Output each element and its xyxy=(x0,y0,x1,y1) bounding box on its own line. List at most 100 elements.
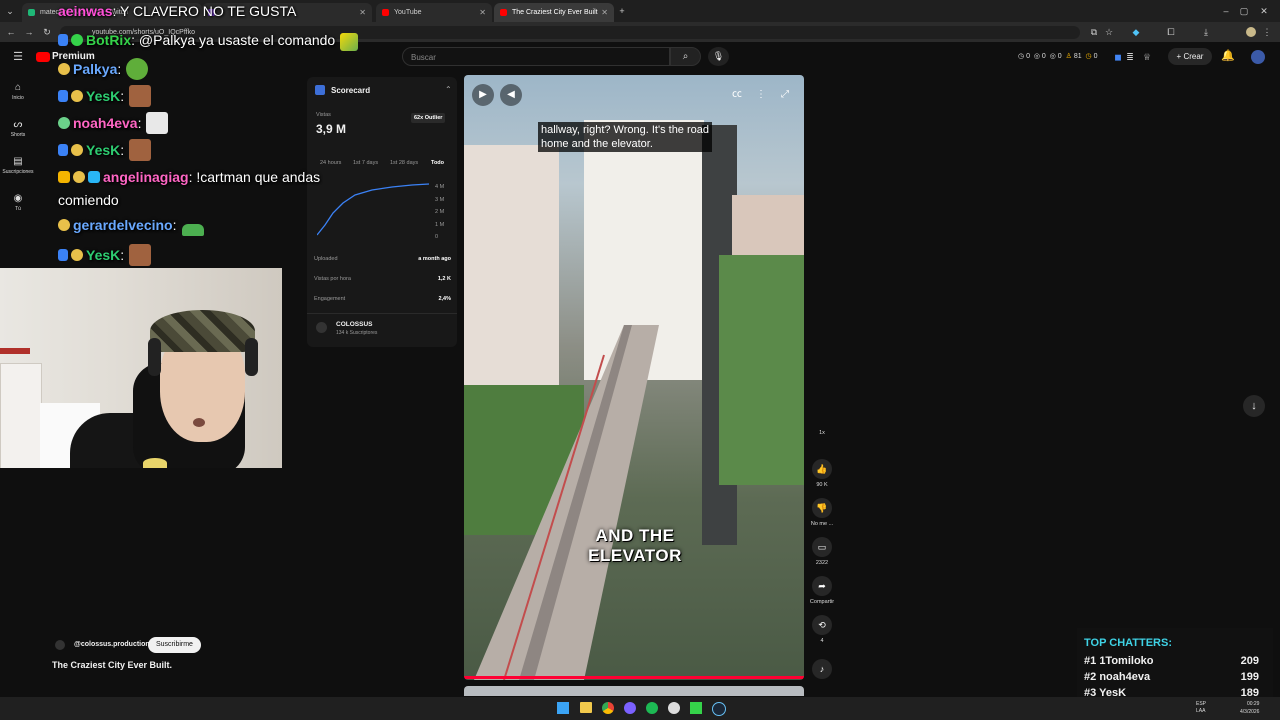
range-tab-28d[interactable]: 1st 28 days xyxy=(390,160,418,166)
rail-label: Shorts xyxy=(10,132,26,138)
minimize-icon[interactable]: – xyxy=(1220,5,1232,17)
close-window-icon[interactable]: ✕ xyxy=(1258,5,1270,17)
twitch-favicon-icon xyxy=(28,9,35,16)
account-avatar[interactable] xyxy=(1251,50,1265,64)
engagement-label: Engagement xyxy=(314,296,346,302)
close-icon[interactable]: ✕ xyxy=(359,8,366,17)
chat-username: Palkya xyxy=(73,61,118,77)
like-button[interactable]: 👍 90 K xyxy=(808,459,836,488)
chatter-rank: #2 xyxy=(1084,671,1097,683)
extension-icon[interactable]: ◆ xyxy=(1130,26,1142,38)
range-tab-7d[interactable]: 1st 7 days xyxy=(353,160,378,166)
channel-handle[interactable]: @colossus.production xyxy=(74,641,150,648)
rail-item-home[interactable]: ⌂ Inicio xyxy=(0,82,36,101)
install-icon[interactable]: ⧉ xyxy=(1088,26,1100,38)
collapse-icon[interactable]: ⌃ xyxy=(445,85,452,94)
building-right xyxy=(732,195,804,255)
channel-sound-icon: ♪ xyxy=(812,659,832,679)
steam-icon[interactable] xyxy=(712,702,726,716)
chat-text: : @Palkya ya usaste el comando xyxy=(131,32,336,48)
hamburger-menu-icon[interactable]: ☰ xyxy=(11,51,25,63)
tab-active-video[interactable]: The Craziest City Ever Built ✕ xyxy=(494,3,614,22)
bookmark-star-icon[interactable]: ☆ xyxy=(1103,26,1115,38)
playback-speed[interactable]: 1x xyxy=(808,430,836,436)
stat-value: 0 xyxy=(1057,53,1062,60)
notifications-bell-icon[interactable]: 🔔 xyxy=(1221,50,1235,62)
badge-icon xyxy=(71,90,83,102)
stat-value: 81 xyxy=(1073,53,1082,60)
video-overlay-text: ELEVATOR xyxy=(588,546,682,565)
badge-icon xyxy=(58,144,68,156)
rail-item-subscriptions[interactable]: ▤ Suscripciones xyxy=(0,156,36,175)
engagement-value: 2,4% xyxy=(438,296,451,302)
back-icon[interactable]: ← xyxy=(5,26,17,38)
subscriptions-icon: ▤ xyxy=(13,156,23,167)
create-label: Crear xyxy=(1183,52,1204,61)
list-icon[interactable]: ≣ xyxy=(1124,51,1136,63)
cc-icon: ㏄ xyxy=(732,89,742,100)
app-icon[interactable] xyxy=(668,702,680,714)
verified-icon xyxy=(71,34,83,46)
chat-username: BotRix xyxy=(86,32,132,48)
like-count: 90 K xyxy=(816,482,828,488)
clock-date: 4/3/2026 xyxy=(1240,709,1260,715)
channel-name: COLOSSUS xyxy=(336,321,373,328)
chrome-icon[interactable] xyxy=(602,702,614,714)
pepe-emote-icon xyxy=(126,58,149,80)
channel-avatar[interactable] xyxy=(55,640,65,650)
share-button[interactable]: ➦ Compartir xyxy=(808,576,836,605)
volume-button[interactable]: ◀ xyxy=(500,84,522,106)
emote-icon xyxy=(146,112,169,134)
app-icon[interactable] xyxy=(624,702,636,714)
start-windows-icon[interactable] xyxy=(557,702,569,714)
remix-button[interactable]: ⟲ 4 xyxy=(808,615,836,644)
forward-icon[interactable]: → xyxy=(23,26,35,38)
emote-icon xyxy=(181,224,204,236)
subscribe-button[interactable]: Suscribirme xyxy=(148,637,201,653)
new-tab-button[interactable]: + xyxy=(616,5,628,17)
comments-button[interactable]: ▭ 2322 xyxy=(808,537,836,566)
video-title[interactable]: The Craziest City Ever Built. xyxy=(52,660,172,670)
fullscreen-button[interactable]: ⤢ xyxy=(774,84,796,106)
shelf-decor xyxy=(0,348,30,354)
sound-button[interactable]: ♪ xyxy=(808,659,836,682)
menu-dots-icon[interactable]: ⋮ xyxy=(1262,26,1272,38)
kick-icon[interactable] xyxy=(690,702,702,714)
search-input[interactable]: Buscar xyxy=(402,47,670,66)
progress-track[interactable] xyxy=(464,676,804,679)
dislike-button[interactable]: 👎 No me ... xyxy=(808,498,836,527)
captions-button[interactable]: ㏄ xyxy=(726,84,748,106)
tab-label: The Craziest City Ever Built xyxy=(512,9,598,16)
close-icon[interactable]: ✕ xyxy=(601,8,608,17)
language-indicator[interactable]: ESP LAA xyxy=(1196,701,1206,715)
clock[interactable]: 00:29 4/3/2026 xyxy=(1240,700,1259,716)
next-video-button[interactable]: ↓ xyxy=(1243,395,1265,417)
tab-youtube[interactable]: YouTube ✕ xyxy=(376,3,492,22)
trophy-icon[interactable]: ♕ xyxy=(1141,51,1153,63)
tab-list-icon[interactable]: ⌄ xyxy=(4,5,16,17)
spotify-icon[interactable] xyxy=(646,702,658,714)
maximize-icon[interactable]: ▢ xyxy=(1238,5,1250,17)
reload-icon[interactable]: ↻ xyxy=(41,26,53,38)
next-short-preview[interactable] xyxy=(464,686,804,696)
rail-item-you[interactable]: ◉ Tú xyxy=(0,193,36,212)
shorts-video-player[interactable]: ▶ ◀ ㏄ ⋮ ⤢ xyxy=(464,75,804,680)
search-button[interactable]: ⌕ xyxy=(670,47,701,66)
range-tab-all[interactable]: Todo xyxy=(431,160,444,166)
rail-item-shorts[interactable]: ᔕ Shorts xyxy=(0,119,36,138)
emote-icon xyxy=(340,33,359,51)
extensions-puzzle-icon[interactable]: ⧠ xyxy=(1165,26,1177,38)
views-growth-chart xyxy=(317,183,430,236)
extension-icon[interactable]: ◼ xyxy=(1112,51,1124,63)
play-button[interactable]: ▶ xyxy=(472,84,494,106)
create-button[interactable]: + Crear xyxy=(1168,48,1212,65)
more-options-button[interactable]: ⋮ xyxy=(750,84,772,106)
downloads-icon[interactable]: ⤓ xyxy=(1200,26,1212,38)
file-explorer-icon[interactable] xyxy=(580,702,592,713)
youtube-logo-icon[interactable] xyxy=(36,52,50,62)
close-icon[interactable]: ✕ xyxy=(479,8,486,17)
badge-icon xyxy=(58,34,68,46)
range-tab-24h[interactable]: 24 hours xyxy=(320,160,341,166)
voice-search-button[interactable]: 🎙 xyxy=(708,47,729,66)
profile-avatar[interactable] xyxy=(1246,27,1256,37)
